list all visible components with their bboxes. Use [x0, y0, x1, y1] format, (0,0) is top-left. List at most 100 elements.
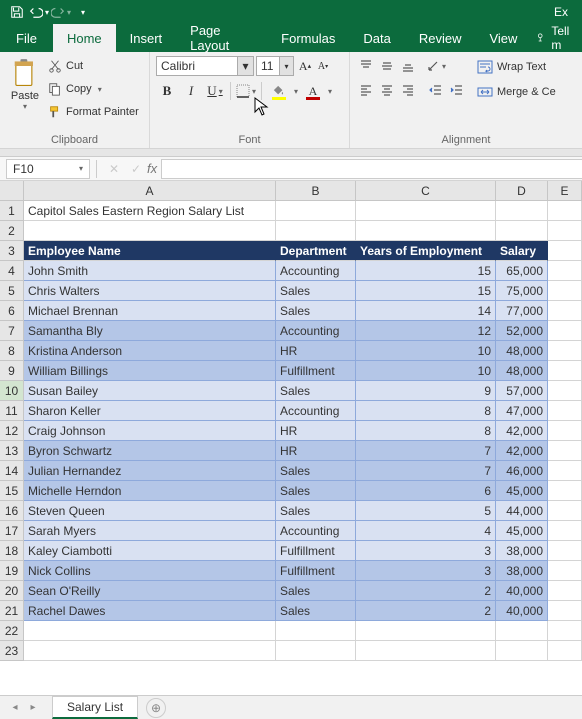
cell[interactable]: [276, 221, 356, 241]
merge-center-button[interactable]: Merge & Ce: [477, 81, 556, 103]
cell-years[interactable]: 10: [356, 361, 496, 381]
row-header[interactable]: 19: [0, 561, 24, 581]
cut-button[interactable]: Cut: [48, 56, 139, 76]
cell-name[interactable]: Kaley Ciambotti: [24, 541, 276, 561]
cell-years[interactable]: 3: [356, 541, 496, 561]
column-header-c[interactable]: C: [356, 181, 496, 200]
cell-name[interactable]: Sharon Keller: [24, 401, 276, 421]
cell[interactable]: [276, 641, 356, 661]
cell-name[interactable]: Kristina Anderson: [24, 341, 276, 361]
cell-salary[interactable]: 45,000: [496, 521, 548, 541]
cell-years[interactable]: 10: [356, 341, 496, 361]
row-header[interactable]: 17: [0, 521, 24, 541]
row-header[interactable]: 16: [0, 501, 24, 521]
cell[interactable]: [276, 201, 356, 221]
cell[interactable]: [548, 441, 582, 461]
italic-button[interactable]: I: [180, 80, 202, 102]
align-left-button[interactable]: [356, 80, 376, 100]
row-header[interactable]: 1: [0, 201, 24, 221]
tell-me-search[interactable]: Tell m: [531, 24, 582, 52]
cell-name[interactable]: Rachel Dawes: [24, 601, 276, 621]
cell[interactable]: [356, 221, 496, 241]
cell[interactable]: [496, 621, 548, 641]
cell-salary[interactable]: 42,000: [496, 421, 548, 441]
font-size-selector[interactable]: 11 ▾: [256, 56, 294, 76]
row-header[interactable]: 3: [0, 241, 24, 261]
cell-name[interactable]: Sean O'Reilly: [24, 581, 276, 601]
cell[interactable]: [548, 561, 582, 581]
cell-years[interactable]: 8: [356, 421, 496, 441]
row-header[interactable]: 14: [0, 461, 24, 481]
cell[interactable]: [548, 481, 582, 501]
format-painter-button[interactable]: Format Painter: [48, 102, 139, 122]
cell-dept[interactable]: Sales: [276, 601, 356, 621]
cell-salary[interactable]: 40,000: [496, 581, 548, 601]
cell[interactable]: [548, 401, 582, 421]
cell[interactable]: [548, 281, 582, 301]
sheet-nav-next[interactable]: ▸: [24, 699, 42, 717]
chevron-down-icon[interactable]: ▾: [237, 57, 253, 75]
cell-salary[interactable]: 52,000: [496, 321, 548, 341]
cell-years[interactable]: 3: [356, 561, 496, 581]
cell-salary[interactable]: 75,000: [496, 281, 548, 301]
row-header[interactable]: 11: [0, 401, 24, 421]
redo-icon[interactable]: ▾: [50, 2, 72, 22]
cell-dept[interactable]: HR: [276, 421, 356, 441]
chevron-down-icon[interactable]: ▾: [73, 160, 89, 178]
cell-years[interactable]: 9: [356, 381, 496, 401]
cell-years[interactable]: 15: [356, 261, 496, 281]
column-header-d[interactable]: D: [496, 181, 548, 200]
align-bottom-button[interactable]: [398, 56, 418, 76]
cell[interactable]: [548, 621, 582, 641]
header-years[interactable]: Years of Employment: [356, 241, 496, 261]
row-header[interactable]: 4: [0, 261, 24, 281]
column-header-b[interactable]: B: [276, 181, 356, 200]
fill-color-button[interactable]: ▾: [266, 80, 292, 102]
cell-dept[interactable]: Fulfillment: [276, 561, 356, 581]
cell[interactable]: [356, 201, 496, 221]
cell-salary[interactable]: 48,000: [496, 341, 548, 361]
cell[interactable]: [356, 621, 496, 641]
cell-name[interactable]: Michelle Herndon: [24, 481, 276, 501]
cell[interactable]: [548, 261, 582, 281]
cell[interactable]: [548, 321, 582, 341]
cell-years[interactable]: 8: [356, 401, 496, 421]
cell[interactable]: [548, 501, 582, 521]
cell-years[interactable]: 5: [356, 501, 496, 521]
header-employee-name[interactable]: Employee Name: [24, 241, 276, 261]
tab-view[interactable]: View: [475, 24, 531, 52]
row-header[interactable]: 15: [0, 481, 24, 501]
row-header[interactable]: 6: [0, 301, 24, 321]
row-header[interactable]: 21: [0, 601, 24, 621]
column-header-e[interactable]: E: [548, 181, 582, 200]
sheet-tab-active[interactable]: Salary List: [52, 696, 138, 719]
header-department[interactable]: Department: [276, 241, 356, 261]
fx-icon[interactable]: fx: [147, 161, 157, 176]
cell-name[interactable]: John Smith: [24, 261, 276, 281]
name-box[interactable]: F10 ▾: [6, 159, 90, 179]
cell-dept[interactable]: Accounting: [276, 261, 356, 281]
decrease-font-button[interactable]: A▾: [314, 56, 332, 76]
tab-home[interactable]: Home: [53, 24, 116, 52]
copy-button[interactable]: Copy ▾: [48, 79, 139, 99]
cell[interactable]: [24, 641, 276, 661]
cell-dept[interactable]: HR: [276, 341, 356, 361]
column-header-a[interactable]: A: [24, 181, 276, 200]
font-color-button[interactable]: A ▾: [300, 80, 326, 102]
enter-formula-button[interactable]: ✓: [125, 159, 147, 179]
cell-salary[interactable]: 40,000: [496, 601, 548, 621]
row-header[interactable]: 8: [0, 341, 24, 361]
cell-salary[interactable]: 45,000: [496, 481, 548, 501]
increase-indent-button[interactable]: [447, 80, 467, 100]
cell-dept[interactable]: Sales: [276, 581, 356, 601]
cell-dept[interactable]: Sales: [276, 481, 356, 501]
cell-salary[interactable]: 77,000: [496, 301, 548, 321]
cell-salary[interactable]: 65,000: [496, 261, 548, 281]
cell[interactable]: [548, 301, 582, 321]
cell[interactable]: [24, 621, 276, 641]
row-header[interactable]: 23: [0, 641, 24, 661]
cell-years[interactable]: 15: [356, 281, 496, 301]
tab-data[interactable]: Data: [349, 24, 404, 52]
cell-years[interactable]: 7: [356, 461, 496, 481]
cell[interactable]: [548, 381, 582, 401]
